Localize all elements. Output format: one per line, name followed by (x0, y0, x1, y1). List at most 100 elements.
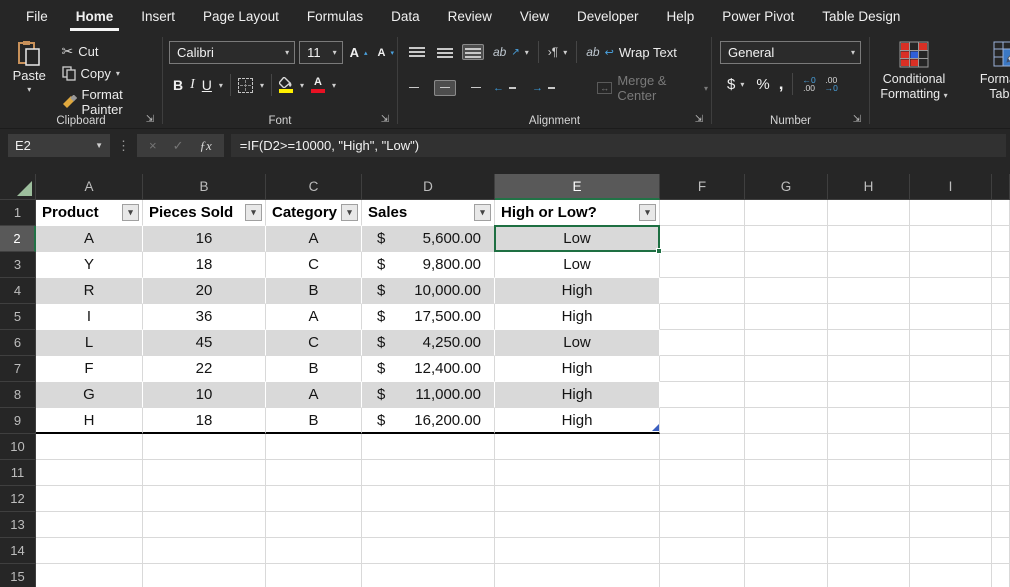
cell-E11[interactable] (495, 460, 660, 486)
decrease-indent-button[interactable]: ← (490, 80, 523, 96)
cell-G3[interactable] (745, 252, 828, 278)
cell-A2[interactable]: A (36, 226, 143, 252)
cell-E14[interactable] (495, 538, 660, 564)
column-header-B[interactable]: B (143, 174, 266, 200)
row-header-4[interactable]: 4 (0, 278, 36, 304)
cell-E3[interactable]: Low (495, 252, 660, 278)
cell-C12[interactable] (266, 486, 362, 512)
cell-D1[interactable]: Sales▾ (362, 200, 495, 226)
cell-E5[interactable]: High (495, 304, 660, 330)
filter-button[interactable]: ▾ (341, 204, 358, 221)
enter-icon[interactable]: ✓ (173, 138, 184, 154)
cell-H10[interactable] (828, 434, 910, 460)
filter-button[interactable]: ▾ (474, 204, 491, 221)
cell-G4[interactable] (745, 278, 828, 304)
cell-D10[interactable] (362, 434, 495, 460)
fill-color-dropdown-icon[interactable]: ▾ (300, 81, 304, 90)
cell-G6[interactable] (745, 330, 828, 356)
percent-style-button[interactable]: % (756, 76, 769, 93)
tab-review[interactable]: Review (434, 0, 506, 33)
cell-B2[interactable]: 16 (143, 226, 266, 252)
cell-A9[interactable]: H (36, 408, 143, 434)
cell-G8[interactable] (745, 382, 828, 408)
cell-G12[interactable] (745, 486, 828, 512)
cell-A7[interactable]: F (36, 356, 143, 382)
cell-I13[interactable] (910, 512, 992, 538)
cell-I14[interactable] (910, 538, 992, 564)
cell-F4[interactable] (660, 278, 745, 304)
clipboard-dialog-launcher[interactable]: ⇲ (144, 114, 156, 126)
formula-input[interactable]: =IF(D2>=10000, "High", "Low") (231, 134, 1006, 157)
cell-F2[interactable] (660, 226, 745, 252)
table-resize-handle[interactable] (652, 424, 659, 431)
decrease-decimal-button[interactable]: .00 →0 (825, 76, 838, 92)
cell-A11[interactable] (36, 460, 143, 486)
cell-I2[interactable] (910, 226, 992, 252)
cell-D13[interactable] (362, 512, 495, 538)
cell-A14[interactable] (36, 538, 143, 564)
cell-B5[interactable]: 36 (143, 304, 266, 330)
cell-G9[interactable] (745, 408, 828, 434)
font-name-combo[interactable]: Calibri ▾ (169, 41, 295, 64)
align-bottom-button[interactable] (462, 44, 484, 60)
align-middle-button[interactable] (434, 44, 456, 60)
cell-A15[interactable] (36, 564, 143, 587)
cell-B9[interactable]: 18 (143, 408, 266, 434)
cell-H12[interactable] (828, 486, 910, 512)
cell-E13[interactable] (495, 512, 660, 538)
orientation-button[interactable]: ab↗ ▾ (490, 44, 532, 60)
cell-G1[interactable] (745, 200, 828, 226)
cell-G15[interactable] (745, 564, 828, 587)
cell-I10[interactable] (910, 434, 992, 460)
select-all-button[interactable] (0, 174, 36, 200)
font-color-dropdown-icon[interactable]: ▾ (332, 81, 336, 90)
cell-F6[interactable] (660, 330, 745, 356)
cell-G13[interactable] (745, 512, 828, 538)
cell-B15[interactable] (143, 564, 266, 587)
fill-handle[interactable] (656, 248, 662, 254)
cell-D11[interactable] (362, 460, 495, 486)
cell-I6[interactable] (910, 330, 992, 356)
cell-G2[interactable] (745, 226, 828, 252)
cell-E10[interactable] (495, 434, 660, 460)
cell-B1[interactable]: Pieces Sold▾ (143, 200, 266, 226)
cell-E9[interactable]: High (495, 408, 660, 434)
column-header-D[interactable]: D (362, 174, 495, 200)
bold-button[interactable]: B (173, 77, 183, 93)
cell-C14[interactable] (266, 538, 362, 564)
cell-F5[interactable] (660, 304, 745, 330)
cell-C15[interactable] (266, 564, 362, 587)
cell-D6[interactable]: $4,250.00 (362, 330, 495, 356)
cell-D7[interactable]: $12,400.00 (362, 356, 495, 382)
row-header-8[interactable]: 8 (0, 382, 36, 408)
wrap-text-button[interactable]: ab↩ Wrap Text (583, 44, 680, 61)
cell-C7[interactable]: B (266, 356, 362, 382)
cell-H4[interactable] (828, 278, 910, 304)
column-header-G[interactable]: G (745, 174, 828, 200)
column-header-H[interactable]: H (828, 174, 910, 200)
column-header-A[interactable]: A (36, 174, 143, 200)
row-header-7[interactable]: 7 (0, 356, 36, 382)
cell-H3[interactable] (828, 252, 910, 278)
cell-G5[interactable] (745, 304, 828, 330)
align-left-button[interactable] (406, 80, 428, 96)
cell-E8[interactable]: High (495, 382, 660, 408)
cell-I11[interactable] (910, 460, 992, 486)
cell-F1[interactable] (660, 200, 745, 226)
align-top-button[interactable] (406, 44, 428, 60)
conditional-formatting-button[interactable]: Conditional Formatting ▾ (870, 41, 958, 129)
row-header-2[interactable]: 2 (0, 226, 36, 252)
cell-F14[interactable] (660, 538, 745, 564)
cell-D15[interactable] (362, 564, 495, 587)
row-header-10[interactable]: 10 (0, 434, 36, 460)
cell-C11[interactable] (266, 460, 362, 486)
increase-indent-button[interactable]: → (529, 80, 562, 96)
formula-bar-handle-icon[interactable]: ⋮ (117, 138, 130, 154)
row-header-1[interactable]: 1 (0, 200, 36, 226)
copy-dropdown-icon[interactable]: ▾ (116, 69, 120, 78)
tab-formulas[interactable]: Formulas (293, 0, 377, 33)
cell-D5[interactable]: $17,500.00 (362, 304, 495, 330)
row-header-11[interactable]: 11 (0, 460, 36, 486)
cell-I4[interactable] (910, 278, 992, 304)
increase-decimal-button[interactable]: ←0 .00 (802, 76, 815, 92)
